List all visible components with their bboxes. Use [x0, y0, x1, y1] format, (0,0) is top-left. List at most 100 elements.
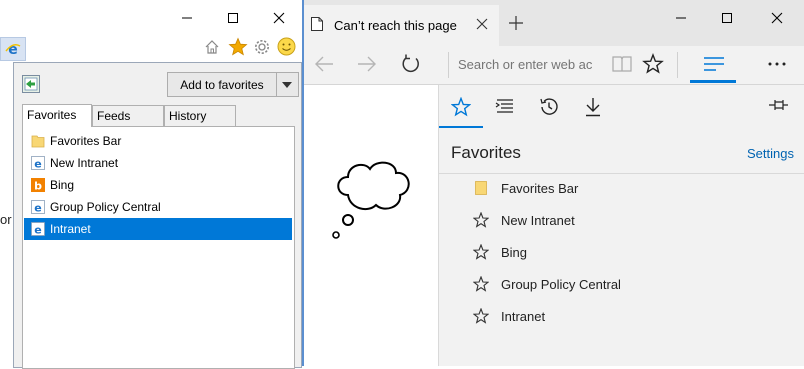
minimize-icon: [182, 17, 192, 19]
pin-icon: [769, 100, 788, 110]
hub-tab-history[interactable]: [527, 85, 571, 129]
hub-tab-reading-list[interactable]: [483, 85, 527, 129]
list-item-label: Bing: [50, 178, 75, 192]
ie-close-button[interactable]: [256, 0, 302, 36]
list-item-intranet[interactable]: e Intranet: [24, 218, 292, 240]
active-hub-tab-indicator: [439, 126, 483, 128]
history-clock-icon: [540, 98, 558, 115]
maximize-icon: [228, 13, 238, 23]
ie-title-bar: [0, 0, 302, 36]
hub-item-intranet[interactable]: Intranet: [473, 300, 545, 332]
ie-logo-icon: e: [5, 42, 21, 57]
hub-item-label: Favorites Bar: [501, 180, 579, 196]
list-item-new-intranet[interactable]: e New Intranet: [24, 152, 292, 174]
star-outline-icon: [473, 276, 489, 292]
edge-close-button[interactable]: [754, 0, 800, 36]
edge-tab-bar: Can’t reach this page: [304, 0, 804, 46]
more-actions-button[interactable]: [767, 54, 787, 79]
settings-link[interactable]: Settings: [747, 146, 794, 161]
close-icon: [273, 12, 285, 24]
plus-icon: [509, 16, 523, 30]
hub-tab-favorites[interactable]: [439, 85, 483, 129]
book-icon: [612, 56, 632, 72]
ie-minimize-button[interactable]: [164, 0, 210, 36]
hub-button[interactable]: [704, 56, 724, 75]
edge-tab[interactable]: Can’t reach this page: [304, 5, 499, 46]
toolbar-divider: [448, 52, 449, 78]
ie-window: e or Add to favorites Favorites Feeds Hi…: [0, 0, 302, 369]
forward-arrow-icon: [358, 56, 376, 72]
hub-item-favorites-bar[interactable]: Favorites Bar: [473, 172, 578, 204]
tools-button[interactable]: [253, 38, 271, 59]
reading-view-button[interactable]: [612, 55, 632, 76]
home-button[interactable]: [203, 38, 221, 59]
add-to-favorites-dropdown[interactable]: [276, 73, 298, 96]
pin-favorites-center-button[interactable]: [22, 75, 40, 93]
forward-button[interactable]: [357, 55, 377, 76]
thought-cloud-icon: [332, 161, 410, 239]
svg-text:e: e: [34, 202, 41, 215]
close-icon: [476, 18, 488, 30]
ie-maximize-button[interactable]: [210, 0, 256, 36]
home-icon: [205, 40, 219, 54]
hub-tab-downloads[interactable]: [571, 85, 615, 129]
hub-item-bing[interactable]: Bing: [473, 236, 527, 268]
pin-arrow-icon: [24, 77, 38, 91]
add-to-favorites-label[interactable]: Add to favorites: [168, 73, 277, 96]
edge-tab-title: Can’t reach this page: [334, 18, 457, 33]
edge-window: Can’t reach this page Search or enter we…: [304, 0, 804, 366]
hub-item-label: Bing: [501, 244, 528, 260]
ie-tab[interactable]: e: [0, 37, 26, 61]
star-outline-icon: [473, 244, 489, 260]
star-outline-icon: [642, 53, 664, 74]
page-icon: [310, 16, 324, 35]
smiley-icon: [277, 37, 296, 56]
edge-maximize-button[interactable]: [704, 0, 750, 36]
hub-item-label: Intranet: [501, 308, 546, 324]
add-favorite-button[interactable]: [642, 53, 664, 78]
hub-item-label: New Intranet: [501, 212, 575, 228]
svg-text:b: b: [34, 180, 42, 193]
tab-favorites[interactable]: Favorites: [22, 104, 92, 127]
list-item-label: New Intranet: [50, 156, 119, 170]
edge-page-content: [304, 85, 438, 366]
close-tab-button[interactable]: [476, 18, 488, 33]
favorites-center-panel: Add to favorites Favorites Feeds History…: [13, 62, 302, 369]
pin-pane-button[interactable]: [767, 97, 789, 116]
hub-item-group-policy-central[interactable]: Group Policy Central: [473, 268, 621, 300]
list-item-bing[interactable]: b Bing: [24, 174, 292, 196]
reading-list-icon: [495, 99, 513, 113]
gold-star-icon: [228, 37, 248, 56]
ie-page-icon: e: [30, 221, 46, 237]
folder-icon: [473, 180, 489, 196]
address-bar-input[interactable]: [458, 54, 598, 74]
star-outline-icon: [473, 308, 489, 324]
tab-history[interactable]: History: [164, 105, 236, 126]
hub-item-new-intranet[interactable]: New Intranet: [473, 204, 575, 236]
feedback-button[interactable]: [277, 37, 296, 59]
tab-feeds[interactable]: Feeds: [92, 105, 164, 126]
new-tab-button[interactable]: [509, 16, 523, 33]
gear-icon: [255, 40, 269, 54]
list-item-favorites-bar[interactable]: Favorites Bar: [24, 130, 292, 152]
back-button[interactable]: [314, 55, 334, 76]
star-outline-icon: [473, 212, 489, 228]
folder-icon: [30, 133, 46, 149]
add-to-favorites-button[interactable]: Add to favorites: [167, 72, 299, 97]
refresh-icon: [402, 54, 419, 73]
edge-minimize-button[interactable]: [658, 0, 704, 36]
favorites-hub-pane: Favorites Settings Favorites Bar New Int…: [438, 85, 804, 366]
svg-text:e: e: [34, 224, 41, 237]
toolbar-divider: [677, 52, 678, 78]
hub-button-underline: [690, 80, 736, 83]
list-item-group-policy-central[interactable]: e Group Policy Central: [24, 196, 292, 218]
ie-command-bar: [0, 36, 302, 62]
favorites-list: Favorites Bar e New Intranet b Bing e Gr…: [22, 126, 295, 369]
edge-toolbar: [304, 46, 804, 85]
refresh-button[interactable]: [400, 53, 422, 78]
favorites-button[interactable]: [228, 37, 248, 60]
star-outline-icon: [451, 97, 471, 117]
more-dots-icon: [768, 62, 786, 66]
download-arrow-icon: [586, 98, 600, 117]
maximize-icon: [722, 13, 732, 23]
